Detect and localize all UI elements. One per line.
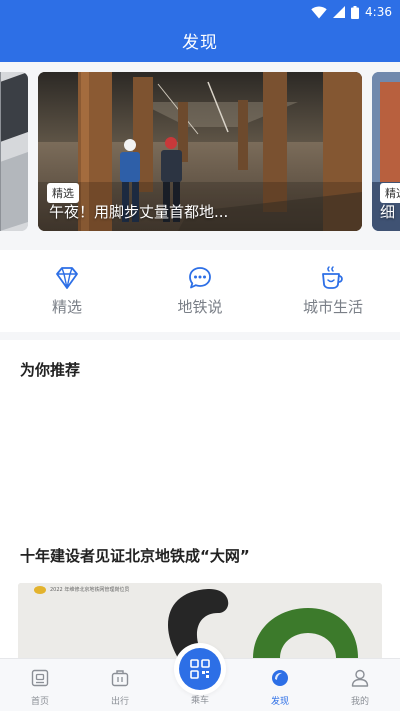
carousel-caption: 细: [380, 203, 396, 221]
person-icon: [351, 669, 369, 687]
tab-discover[interactable]: 发现: [240, 659, 320, 711]
status-bar: 4:36: [311, 3, 392, 21]
tab-label: 出行: [110, 697, 129, 707]
category-city-life[interactable]: 城市生活: [266, 250, 400, 332]
carousel-card-next[interactable]: 精选 细: [372, 72, 400, 231]
wifi-icon: [311, 5, 327, 19]
tab-label: 首页: [30, 697, 49, 707]
banner-carousel[interactable]: 精选 午夜！用脚步丈量首都地... 精选 细: [0, 62, 400, 240]
article-image: [18, 583, 382, 658]
article-thumbnail[interactable]: 2022 年维修北京地铁网管理岗位员: [18, 583, 382, 658]
battery-icon: [351, 5, 360, 19]
page-title: 发现: [182, 33, 218, 53]
category-metro-talk[interactable]: 地铁说: [133, 250, 267, 332]
recommend-section: 为你推荐 十年建设者见证北京地铁成“大网” 2022 年维修北京地铁网管理岗位员: [0, 340, 400, 658]
tab-label: 发现: [270, 697, 289, 707]
signal-icon: [333, 6, 346, 18]
coffee-cup-icon: [322, 266, 343, 289]
carousel-image-prev: [0, 72, 28, 231]
article-title[interactable]: 十年建设者见证北京地铁成“大网”: [20, 545, 250, 566]
article-thumb-caption: 2022 年维修北京地铁网管理岗位员: [50, 587, 130, 593]
tab-travel[interactable]: 出行: [80, 659, 160, 711]
category-featured[interactable]: 精选: [0, 250, 134, 332]
category-nav: 精选 地铁说 城市生活: [0, 250, 400, 332]
tab-ride-button[interactable]: [179, 648, 221, 690]
carousel-card-featured[interactable]: 精选 午夜！用脚步丈量首都地...: [38, 72, 362, 231]
discover-screen: 4:36 发现 精选 午夜！用脚步丈量首都地... 精 细 精选 地铁说 城市生…: [0, 0, 400, 711]
bag-icon: [111, 670, 129, 687]
category-label: 精选: [51, 298, 82, 316]
carousel-card-prev[interactable]: [0, 72, 28, 231]
category-label: 城市生活: [302, 298, 363, 316]
header: 4:36 发现: [0, 0, 400, 62]
category-label: 地铁说: [177, 298, 223, 316]
tab-label: 乘车: [190, 696, 209, 706]
qr-code-icon: [190, 659, 210, 679]
discover-icon: [272, 670, 288, 686]
featured-tag: 精选: [47, 183, 79, 203]
chat-bubble-icon: [189, 267, 211, 289]
tab-home[interactable]: 首页: [0, 659, 80, 711]
tab-label: 我的: [350, 697, 369, 707]
carousel-caption: 午夜！用脚步丈量首都地...: [49, 203, 229, 221]
section-title: 为你推荐: [20, 361, 81, 379]
status-time: 4:36: [365, 5, 392, 19]
tab-mine[interactable]: 我的: [320, 659, 400, 711]
home-icon: [31, 669, 49, 687]
featured-tag: 精选: [380, 183, 400, 203]
diamond-icon: [56, 267, 78, 289]
